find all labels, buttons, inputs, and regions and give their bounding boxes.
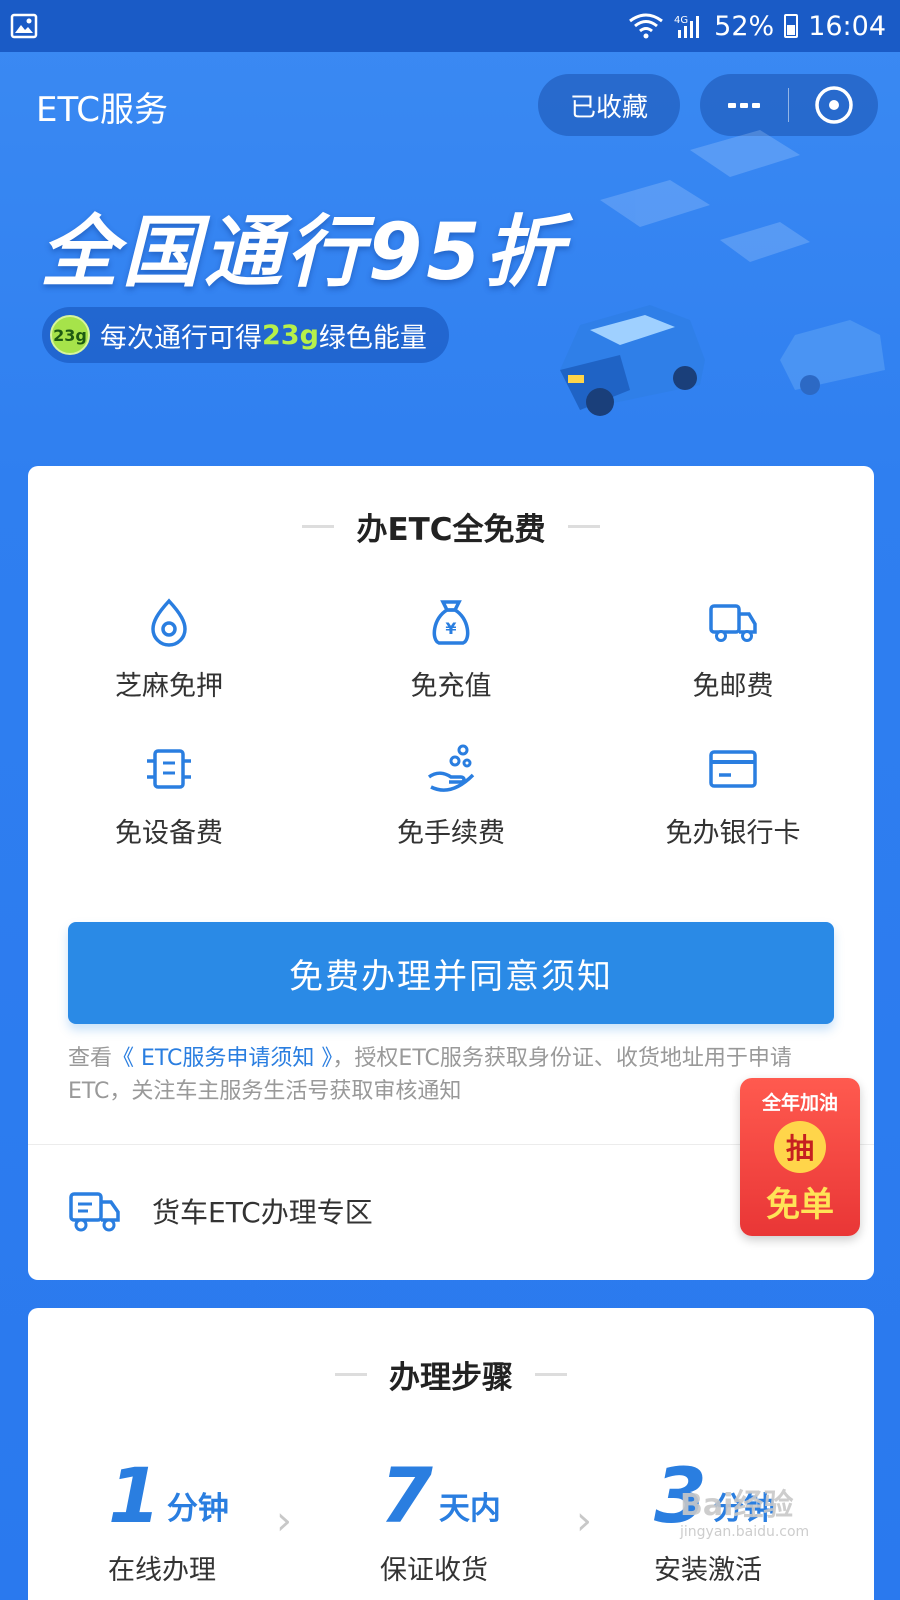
feature-label: 免充值 bbox=[410, 671, 492, 702]
bank-card-icon bbox=[709, 750, 757, 788]
application-notice: 查看《 ETC服务申请须知 》，授权ETC服务获取身份证、收货地址用于申请ETC… bbox=[68, 1042, 848, 1108]
energy-amount: 23g bbox=[262, 319, 319, 351]
chevron-right-icon: › bbox=[576, 1498, 592, 1544]
promo-line2: 抽 bbox=[774, 1121, 826, 1173]
green-energy-pill: 23g 每次通行可得 23g 绿色能量 bbox=[42, 307, 449, 363]
more-dot-icon bbox=[740, 102, 748, 108]
feature-item: ¥ 免充值 bbox=[310, 596, 592, 703]
title-dash bbox=[567, 525, 600, 528]
money-bag-icon: ¥ bbox=[432, 600, 470, 645]
notice-link[interactable]: 《 ETC服务申请须知 》 bbox=[112, 1046, 332, 1071]
energy-text-prefix: 每次通行可得 bbox=[100, 322, 262, 354]
svg-text:¥: ¥ bbox=[445, 619, 456, 638]
energy-text-suffix: 绿色能量 bbox=[318, 322, 427, 354]
step-unit: 天内 bbox=[438, 1491, 501, 1527]
step-item: 1 分钟 在线办理 bbox=[108, 1458, 229, 1587]
truck-etc-entry[interactable]: 货车ETC办理专区 bbox=[68, 1188, 373, 1234]
feature-grid: 芝麻免押 ¥ 免充值 免邮费 免设备费 免手续费 免办银行卡 bbox=[28, 596, 874, 850]
step-number: 1 bbox=[108, 1451, 161, 1540]
step-item: 7 天内 保证收货 bbox=[380, 1458, 501, 1587]
feature-item: 免办银行卡 bbox=[592, 743, 874, 850]
gallery-notification-icon bbox=[10, 13, 38, 39]
feature-label: 免手续费 bbox=[397, 818, 505, 849]
step-desc: 在线办理 bbox=[108, 1555, 216, 1586]
step-desc: 安装激活 bbox=[654, 1555, 762, 1586]
truck-entry-label: 货车ETC办理专区 bbox=[152, 1196, 373, 1229]
section-title: 办理步骤 bbox=[389, 1360, 513, 1396]
step-unit: 分钟 bbox=[166, 1491, 229, 1527]
more-dot-icon bbox=[728, 102, 736, 108]
apply-free-button[interactable]: 免费办理并同意须知 bbox=[68, 922, 834, 1024]
page-title: ETC服务 bbox=[36, 90, 168, 130]
delivery-truck-icon bbox=[709, 604, 757, 642]
notice-prefix: 查看 bbox=[68, 1046, 113, 1071]
promo-line1: 全年加油 bbox=[761, 1092, 838, 1114]
baidu-watermark: Bai经验 jingyan.baidu.com bbox=[680, 1480, 809, 1540]
status-bar: 4G 52% 16:04 bbox=[0, 0, 900, 52]
feature-label: 免邮费 bbox=[692, 671, 774, 702]
hand-coins-icon bbox=[427, 744, 475, 792]
feature-item: 芝麻免押 bbox=[28, 596, 310, 703]
svg-text:4G: 4G bbox=[674, 15, 688, 26]
car-illustration bbox=[560, 130, 885, 416]
feature-label: 芝麻免押 bbox=[115, 671, 223, 702]
step-number: 7 bbox=[380, 1451, 433, 1540]
clock: 16:04 bbox=[808, 10, 886, 42]
wifi-icon bbox=[629, 13, 664, 39]
section-title: 办ETC全免费 bbox=[356, 512, 546, 548]
section-header: 办理步骤 bbox=[28, 1352, 874, 1397]
step-desc: 保证收货 bbox=[380, 1555, 488, 1586]
title-dash bbox=[335, 1373, 367, 1376]
more-dot-icon bbox=[752, 102, 760, 108]
feature-item: 免手续费 bbox=[310, 743, 592, 850]
feature-label: 免办银行卡 bbox=[665, 818, 801, 849]
fuel-lottery-promo[interactable]: 全年加油 抽 免单 bbox=[740, 1078, 860, 1236]
section-header: 办ETC全免费 bbox=[28, 504, 874, 549]
battery-percent: 52% bbox=[714, 10, 775, 42]
watermark-url: jingyan.baidu.com bbox=[680, 1524, 810, 1540]
sesame-drop-icon bbox=[151, 598, 187, 647]
signal-4g-icon: 4G bbox=[674, 15, 700, 38]
truck-icon bbox=[69, 1192, 120, 1232]
steps-card: 办理步骤 1 分钟 在线办理 › 7 天内 保证收货 › 3 分钟 安装激活 bbox=[28, 1308, 874, 1600]
feature-label: 免设备费 bbox=[115, 818, 223, 849]
title-dash bbox=[302, 525, 335, 528]
watermark-text: Bai经验 bbox=[680, 1488, 794, 1523]
blue-car-icon bbox=[560, 305, 705, 416]
chevron-right-icon: › bbox=[276, 1498, 292, 1544]
feature-item: 免邮费 bbox=[592, 596, 874, 703]
feature-item: 免设备费 bbox=[28, 743, 310, 850]
energy-badge: 23g bbox=[50, 315, 90, 355]
device-icon bbox=[147, 749, 191, 789]
step-figure: 7 天内 bbox=[380, 1458, 501, 1534]
promo-line3: 免单 bbox=[766, 1185, 834, 1225]
more-menu-button[interactable] bbox=[700, 102, 788, 108]
banner-headline: 全国通行95折 bbox=[40, 208, 567, 298]
battery-icon bbox=[784, 14, 799, 38]
title-dash bbox=[535, 1373, 567, 1376]
step-figure: 1 分钟 bbox=[108, 1458, 229, 1534]
